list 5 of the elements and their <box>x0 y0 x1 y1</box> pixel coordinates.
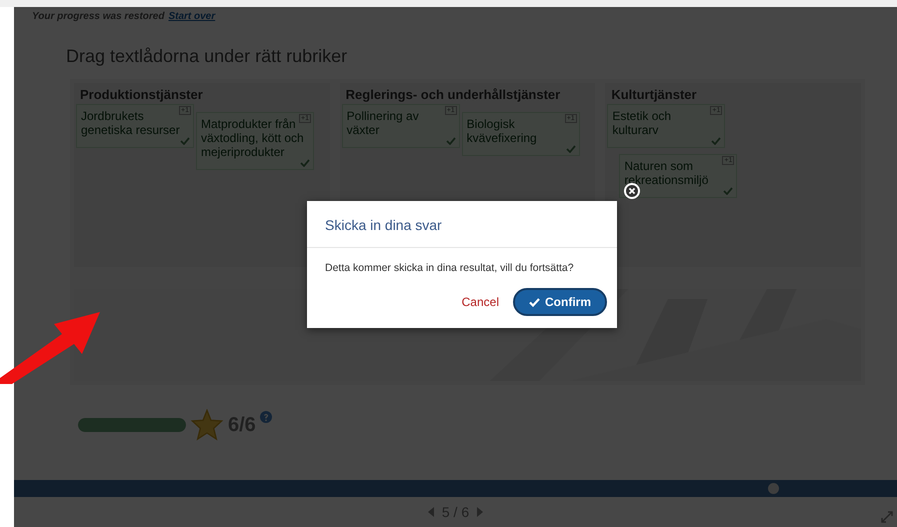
dialog-message: Detta kommer skicka in dina resultat, vill du fortsätta? <box>325 262 575 274</box>
cancel-button[interactable]: Cancel <box>462 295 499 309</box>
check-icon <box>529 298 540 306</box>
dialog-title: Skicka in dina svar <box>307 201 617 248</box>
confirm-button[interactable]: Confirm <box>513 288 607 316</box>
